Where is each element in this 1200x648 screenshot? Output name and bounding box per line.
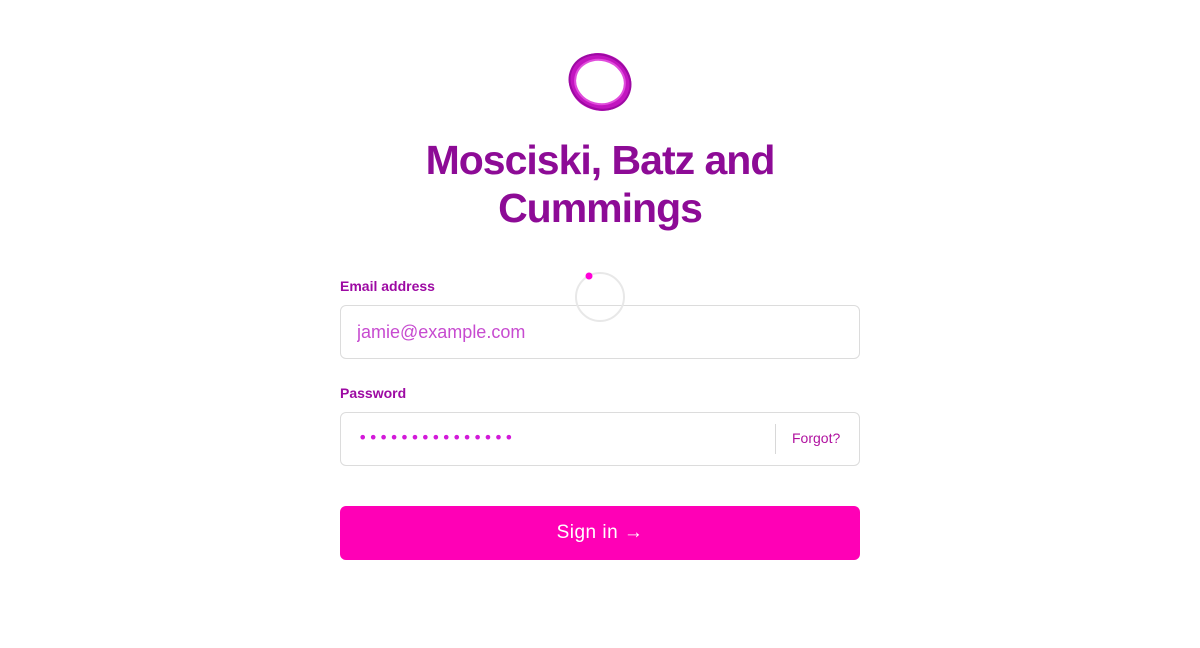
ring-logo-icon xyxy=(568,53,632,111)
company-title: Mosciski, Batz and Cummings xyxy=(425,137,776,231)
password-field-wrapper: ••••••••••••••• Forgot? xyxy=(340,412,860,466)
field-divider xyxy=(775,424,776,454)
password-input[interactable] xyxy=(341,413,775,465)
loading-spinner-icon xyxy=(575,272,625,322)
forgot-password-link[interactable]: Forgot? xyxy=(792,430,840,446)
password-label: Password xyxy=(340,385,407,401)
sign-in-page: Mosciski, Batz and Cummings Email addres… xyxy=(0,0,1200,648)
sign-in-button[interactable]: Sign in → xyxy=(340,506,860,560)
email-label: Email address xyxy=(340,278,435,294)
